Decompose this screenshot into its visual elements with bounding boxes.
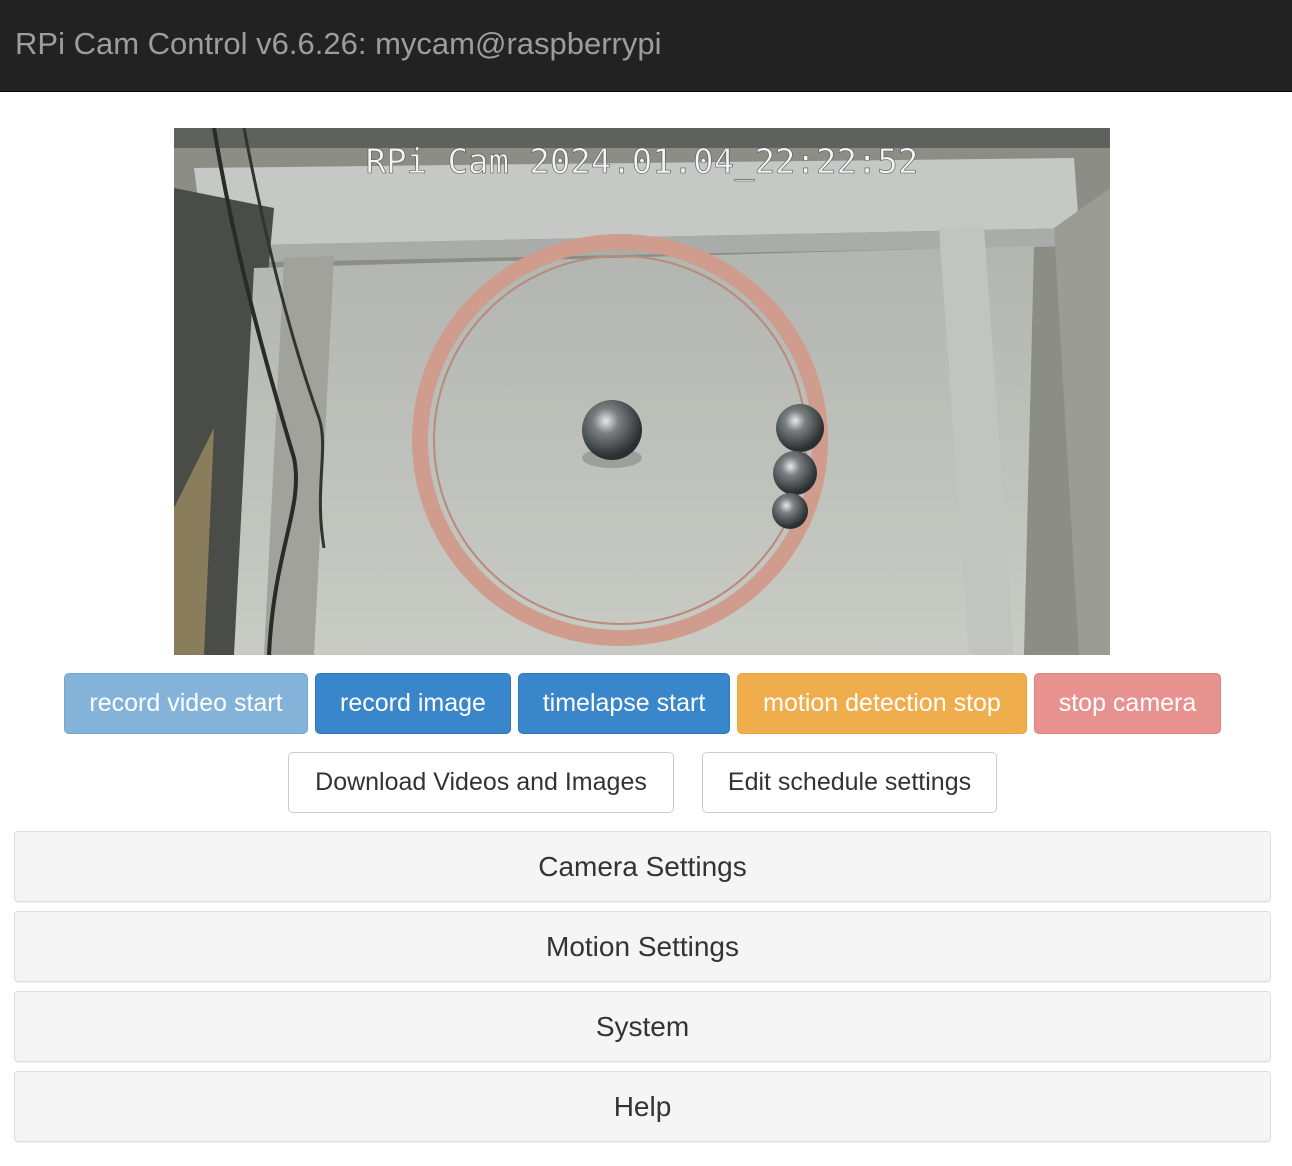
panel-system-title: System <box>595 1010 690 1042</box>
camera-preview-scene: RPi Cam 2024.01.04_22:22:52 <box>174 128 1110 655</box>
timelapse-start-button[interactable]: timelapse start <box>518 673 730 734</box>
camera-preview-image[interactable]: RPi Cam 2024.01.04_22:22:52 <box>174 128 1110 655</box>
navbar: RPi Cam Control v6.6.26: mycam@raspberry… <box>0 0 1292 92</box>
panel-help[interactable]: Help <box>14 1071 1271 1142</box>
panel-camera-settings[interactable]: Camera Settings <box>14 831 1271 902</box>
app-title[interactable]: RPi Cam Control v6.6.26: mycam@raspberry… <box>15 24 662 64</box>
panel-camera-settings-title: Camera Settings <box>538 850 747 882</box>
record-image-button[interactable]: record image <box>315 673 511 734</box>
panel-system[interactable]: System <box>14 991 1271 1062</box>
preview-timestamp-overlay: RPi Cam 2024.01.04_22:22:52 <box>366 142 919 182</box>
panel-motion-settings-title: Motion Settings <box>546 930 739 962</box>
download-media-button[interactable]: Download Videos and Images <box>288 752 674 813</box>
panel-motion-settings[interactable]: Motion Settings <box>14 911 1271 982</box>
stop-camera-button[interactable]: stop camera <box>1034 673 1221 734</box>
panel-help-title: Help <box>613 1090 672 1122</box>
edit-schedule-button[interactable]: Edit schedule settings <box>702 752 997 813</box>
motion-detection-stop-button[interactable]: motion detection stop <box>737 673 1027 734</box>
record-video-start-button[interactable]: record video start <box>64 673 308 734</box>
